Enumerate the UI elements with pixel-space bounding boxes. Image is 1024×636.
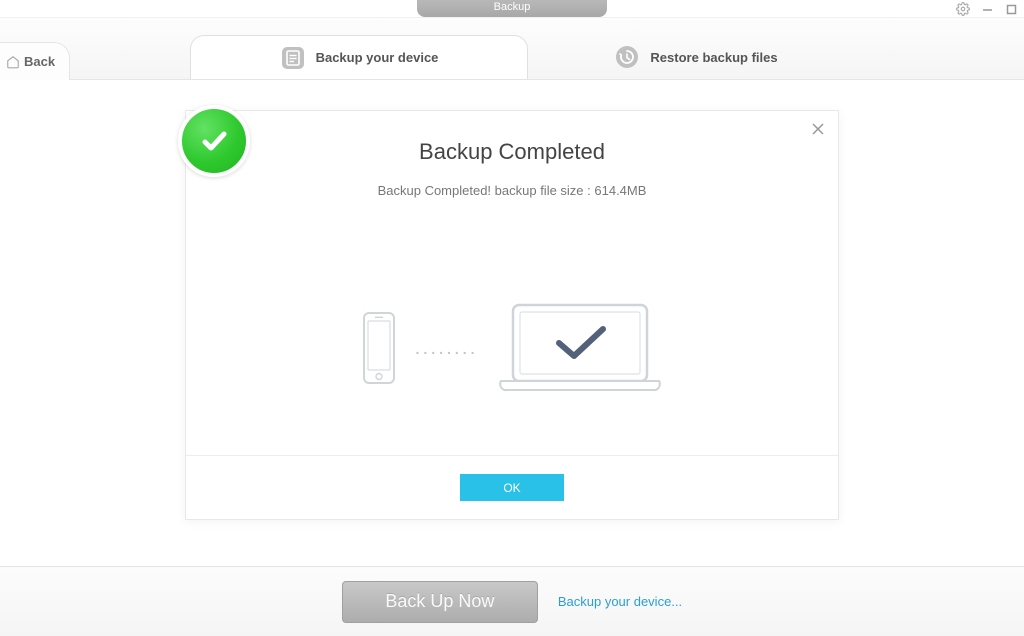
backup-device-link[interactable]: Backup your device... — [558, 594, 682, 609]
tab-restore[interactable]: Restore backup files — [528, 35, 864, 79]
tabs: Backup your device Restore backup files — [190, 35, 864, 79]
backup-device-icon — [280, 45, 306, 71]
success-check-icon — [178, 105, 250, 177]
laptop-icon — [495, 301, 665, 396]
bottom-bar: Back Up Now Backup your device... — [0, 566, 1024, 636]
transfer-illustration: ........ — [186, 301, 838, 396]
backup-complete-dialog: Backup Completed Backup Completed! backu… — [185, 110, 839, 520]
home-icon — [6, 55, 20, 69]
dialog-title: Backup Completed — [186, 139, 838, 165]
gear-icon[interactable] — [956, 0, 970, 18]
restore-icon — [614, 44, 640, 70]
title-bar: Backup — [0, 0, 1024, 18]
window-controls — [956, 0, 1018, 18]
ok-button[interactable]: OK — [460, 474, 564, 501]
close-icon[interactable] — [810, 121, 826, 137]
tab-restore-label: Restore backup files — [650, 50, 777, 65]
content-area: Backup Completed Backup Completed! backu… — [0, 80, 1024, 538]
back-label: Back — [24, 54, 55, 69]
tab-backup[interactable]: Backup your device — [190, 35, 528, 79]
tab-backup-label: Backup your device — [316, 50, 439, 65]
back-button[interactable]: Back — [0, 42, 70, 80]
backup-now-button[interactable]: Back Up Now — [342, 581, 538, 623]
minimize-icon[interactable] — [980, 0, 994, 18]
dialog-subtitle: Backup Completed! backup file size : 614… — [186, 183, 838, 198]
maximize-icon[interactable] — [1004, 0, 1018, 18]
top-nav: Back Backup your device — [0, 18, 1024, 80]
window-title: Backup — [417, 0, 607, 17]
phone-icon — [359, 311, 399, 386]
dialog-footer: OK — [186, 455, 838, 519]
transfer-dots: ........ — [415, 341, 478, 357]
